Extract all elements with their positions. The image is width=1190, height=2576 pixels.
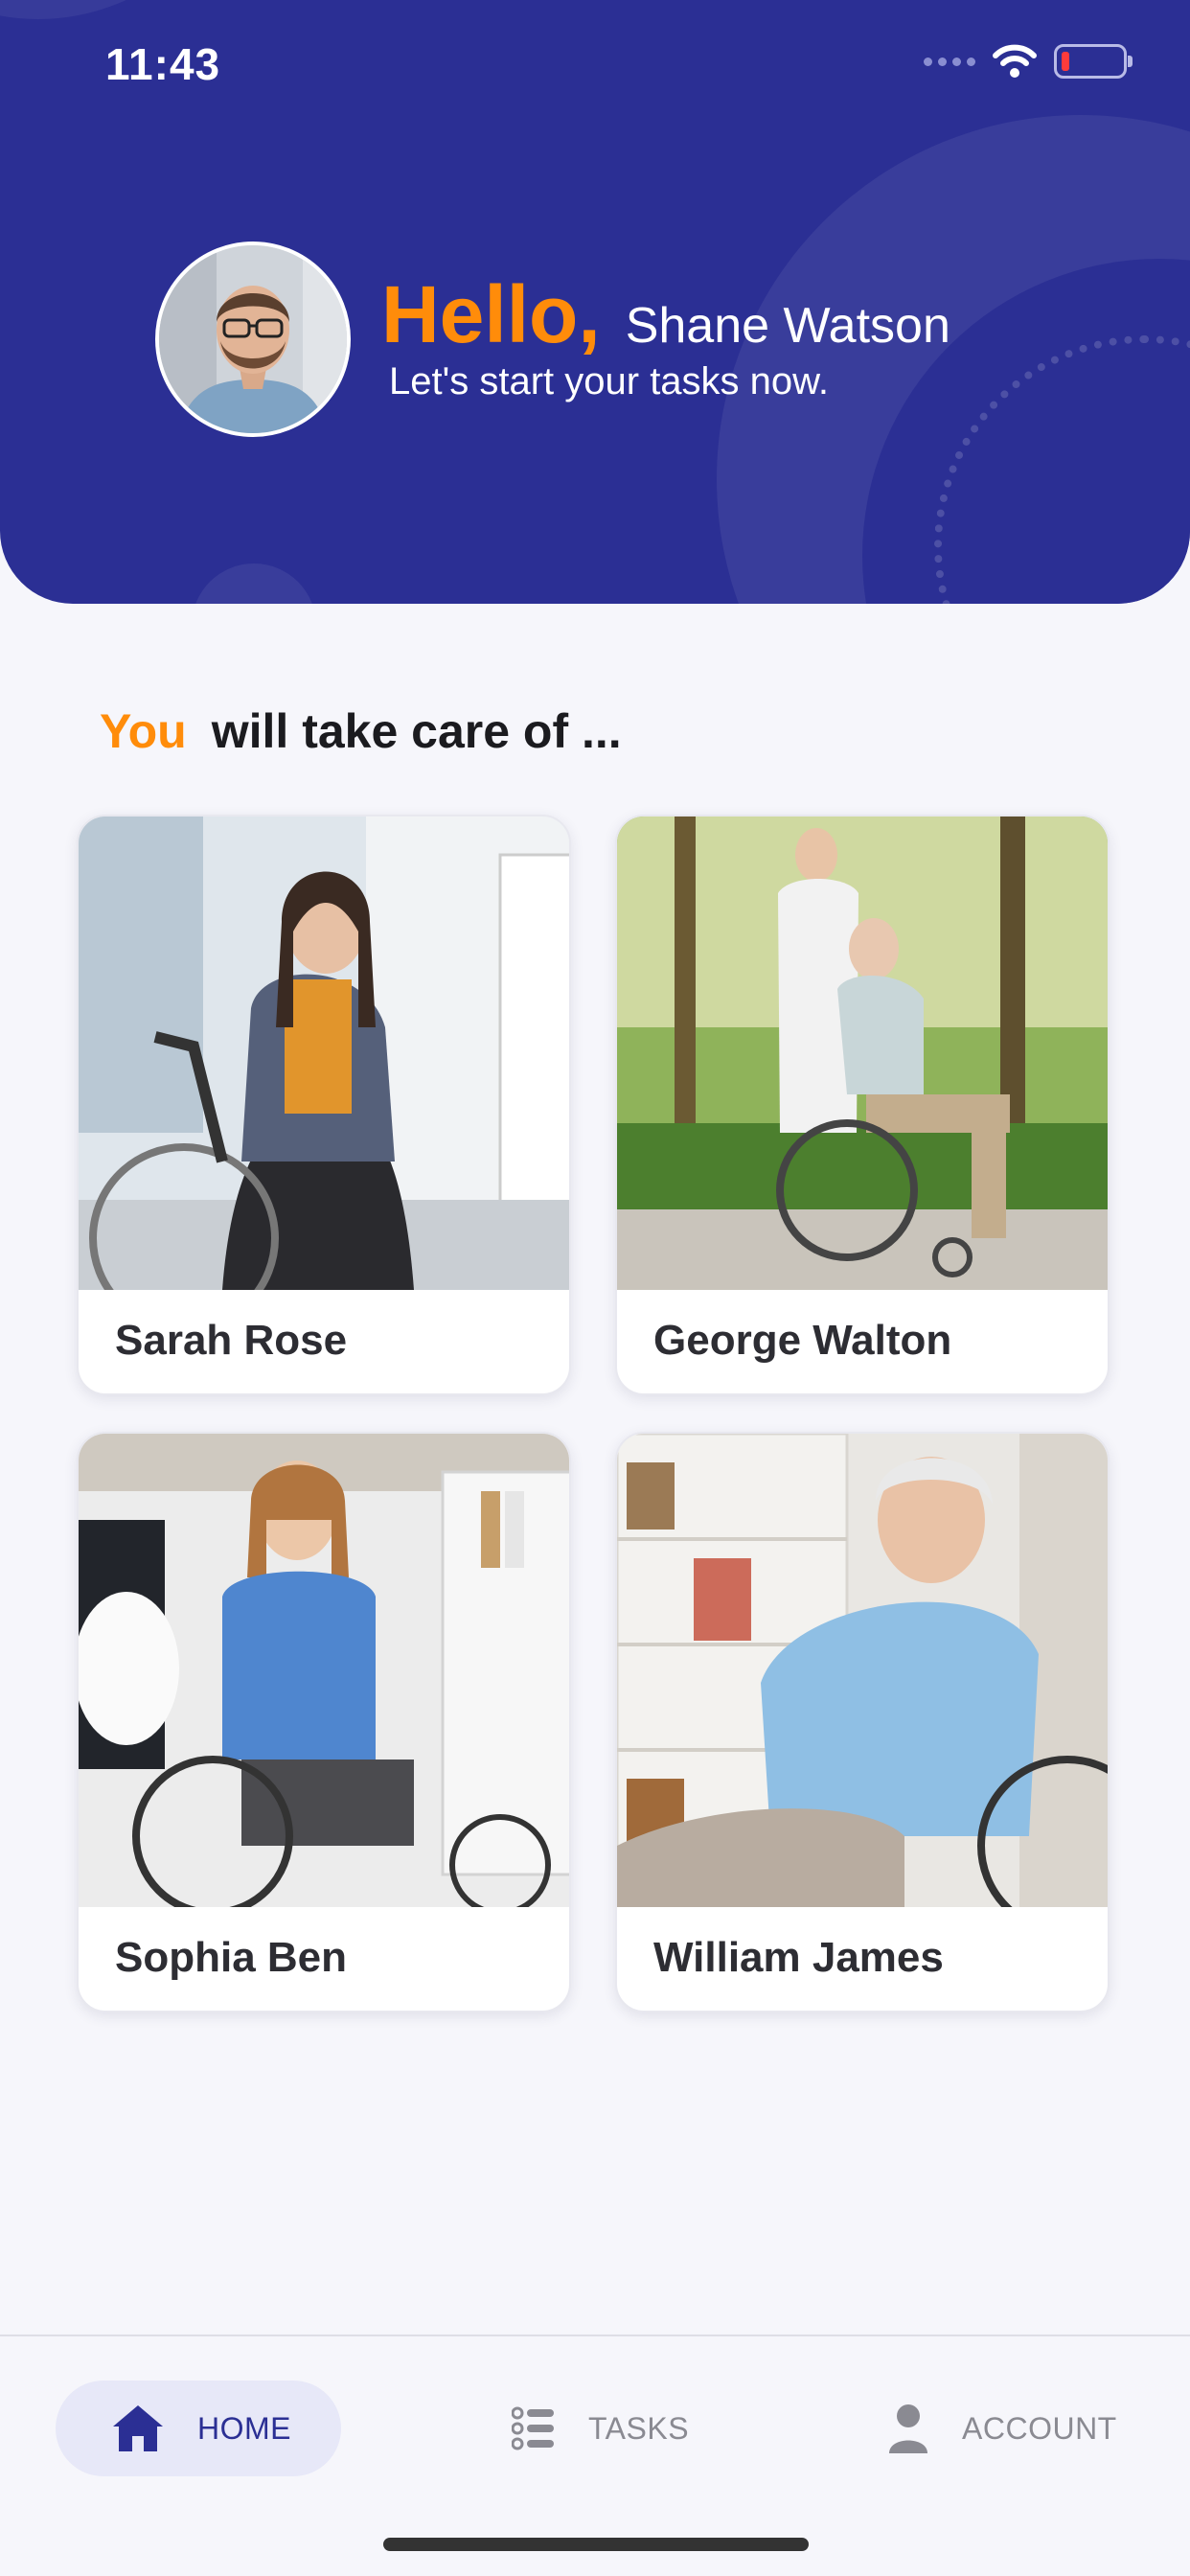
- patient-name: William James: [653, 1934, 944, 1981]
- patient-card-sophia-ben[interactable]: Sophia Ben: [77, 1432, 571, 2012]
- nav-tasks-label: TASKS: [588, 2410, 690, 2446]
- decor-circle: [0, 0, 249, 19]
- header-subtitle: Let's start your tasks now.: [389, 360, 829, 402]
- user-avatar[interactable]: [155, 242, 351, 437]
- status-indicators: [924, 44, 1133, 79]
- section-title-text: will take care of ...: [211, 704, 622, 758]
- wifi-icon: [993, 44, 1037, 78]
- patient-card-george-walton[interactable]: George Walton: [615, 815, 1110, 1395]
- nav-tasks[interactable]: TASKS: [512, 2380, 689, 2476]
- section-title: You will take care of ...: [100, 703, 622, 759]
- home-indicator[interactable]: [383, 2538, 809, 2551]
- patient-name: George Walton: [653, 1317, 952, 1364]
- header-banner: 11:43 Hello, Shane Watson Let's start yo…: [0, 0, 1190, 604]
- section-title-highlight: You: [100, 704, 187, 758]
- decor-circle: [192, 564, 316, 604]
- home-screen: 11:43 Hello, Shane Watson Let's start yo…: [0, 0, 1190, 2576]
- list-icon: [512, 2406, 554, 2450]
- cellular-signal-icon: [924, 57, 975, 66]
- patient-name: Sarah Rose: [115, 1317, 348, 1364]
- greeting-text: Hello,: [381, 269, 601, 359]
- nav-home[interactable]: HOME: [56, 2380, 341, 2476]
- greeting-line: Hello, Shane Watson: [381, 268, 950, 361]
- patient-photo: [617, 1434, 1108, 1907]
- patient-photo: [79, 816, 569, 1290]
- patient-photo: [79, 1434, 569, 1907]
- nav-account[interactable]: ACCOUNT: [887, 2380, 1117, 2476]
- nav-account-label: ACCOUNT: [962, 2410, 1117, 2446]
- home-icon: [113, 2405, 163, 2451]
- battery-icon: [1054, 44, 1133, 79]
- nav-home-label: HOME: [197, 2410, 291, 2446]
- patient-name: Sophia Ben: [115, 1934, 348, 1981]
- patient-card-william-james[interactable]: William James: [615, 1432, 1110, 2012]
- status-time: 11:43: [105, 39, 221, 89]
- patient-card-sarah-rose[interactable]: Sarah Rose: [77, 815, 571, 1395]
- user-name: Shane Watson: [625, 298, 950, 354]
- user-icon: [889, 2404, 927, 2453]
- patient-photo: [617, 816, 1108, 1290]
- avatar-image: [159, 245, 347, 433]
